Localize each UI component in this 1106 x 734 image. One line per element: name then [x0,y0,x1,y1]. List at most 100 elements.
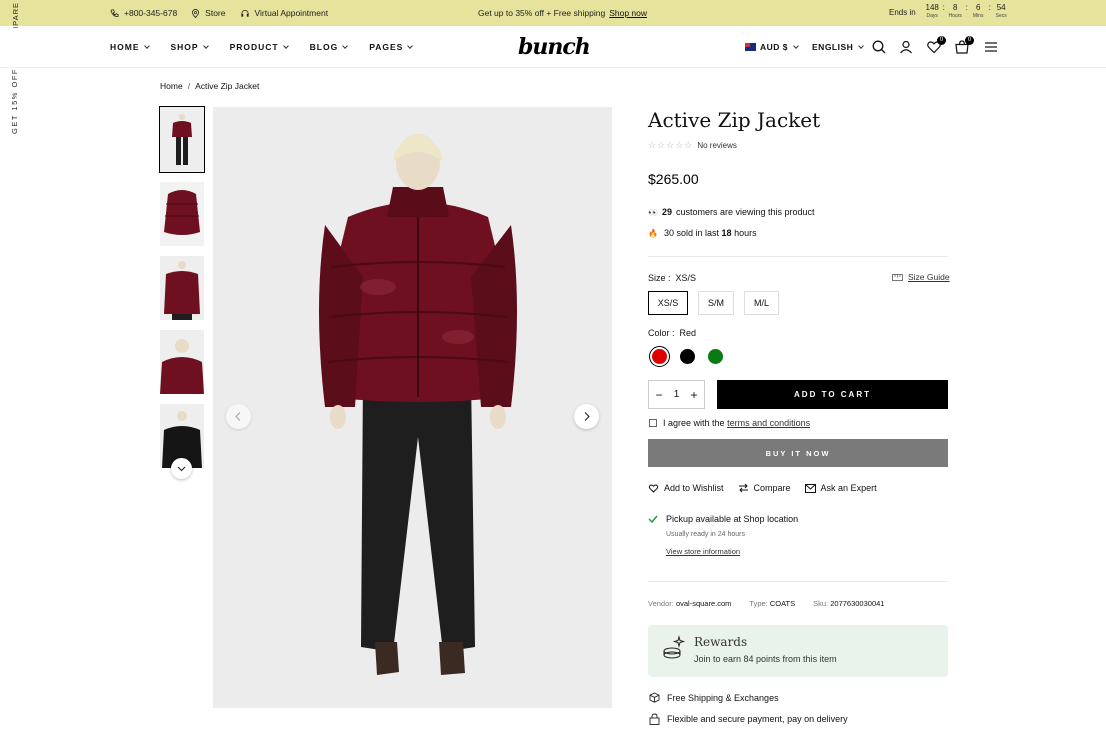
vendor-value[interactable]: oval-square.com [676,599,731,608]
next-image-button[interactable] [574,404,599,429]
divider [648,256,948,257]
wishlist-count-badge: 0 [937,36,946,45]
sku-value: 2077630030041 [830,599,885,608]
add-to-wishlist-button[interactable]: Add to Wishlist [648,483,724,493]
ask-expert-button[interactable]: Ask an Expert [804,483,877,493]
appointment-label: Virtual Appointment [254,8,329,18]
thumbnail-2[interactable] [160,182,204,246]
discount-side-tab[interactable]: GET 15% OFF [10,68,19,134]
headphones-icon [240,9,249,17]
product-title: Active Zip Jacket [648,108,821,132]
previous-image-button[interactable] [226,404,251,429]
promo-message: Get up to 35% off + Free shipping Shop n… [478,0,647,26]
compare-side-tab[interactable]: MPARE [11,0,23,28]
search-icon[interactable] [871,39,887,55]
cart-count-badge: 0 [965,36,974,45]
rewards-banner[interactable]: Rewards Join to earn 84 points from this… [648,625,948,677]
terms-checkbox[interactable] [649,419,657,427]
product-rating[interactable]: ☆☆☆☆☆ No reviews [648,140,737,151]
size-option-m-l[interactable]: M/L [744,291,779,315]
compare-button[interactable]: Compare [738,483,791,493]
promo-text: Get up to 35% off + Free shipping [478,8,606,18]
model-jacket-photo [213,107,612,708]
color-swatch-black[interactable] [677,346,698,367]
language-selector[interactable]: ENGLISH [812,42,865,52]
size-option-label: Size : XS/S [648,273,697,283]
thumbnail-4[interactable] [160,330,204,394]
eyes-icon: 👀 [648,207,658,217]
box-icon [649,692,660,703]
increase-quantity-button[interactable]: + [689,388,699,402]
terms-agreement: I agree with the terms and conditions [649,418,810,428]
account-icon[interactable] [898,39,914,55]
phone-number: +800-345-678 [124,8,178,18]
thumbnail-1-image [160,107,204,172]
agree-text: I agree with the [663,418,725,428]
size-guide-link[interactable]: Size Guide [892,272,950,282]
countdown-hours: 8 Hours [948,3,962,19]
chevron-down-icon [282,42,289,49]
mail-icon [804,483,816,493]
type-value: COATS [769,599,796,608]
size-option-s-m[interactable]: S/M [698,291,734,315]
chevron-left-icon [235,412,241,421]
rewards-text: Join to earn 84 points from this item [694,654,837,664]
sold-text: 30 sold in last [663,228,720,238]
site-header: HOME SHOP PRODUCT BLOG PAGES bunch AUD $… [0,26,1106,68]
buy-it-now-button[interactable]: BUY IT NOW [648,439,948,467]
cart-button[interactable]: 0 [954,36,974,55]
nav-pages[interactable]: PAGES [369,42,414,52]
pickup-text: Pickup available at Shop location [666,514,799,524]
color-option-label: Color : Red [648,328,697,338]
nav-blog[interactable]: BLOG [310,42,349,52]
currency-selector[interactable]: AUD $ [745,42,799,52]
chevron-down-icon [793,42,799,49]
free-shipping-feature: Free Shipping & Exchanges [649,692,779,703]
size-option-xs-s[interactable]: XS/S [648,291,688,315]
product-meta: Vendor: oval-square.com Type: COATS Sku:… [648,599,884,608]
sold-suffix: hours [734,228,757,238]
secure-payment-feature: Flexible and secure payment, pay on deli… [649,713,848,725]
store-link[interactable]: Store [191,8,226,18]
quantity-value[interactable]: 1 [674,389,680,400]
type-info: Type: COATS [749,599,796,608]
thumbnail-2-image [160,182,204,246]
breadcrumb-separator: / [187,81,191,91]
breadcrumb-home[interactable]: Home [160,81,183,91]
terms-link[interactable]: terms and conditions [727,418,810,428]
ruler-icon [892,273,903,281]
swatch-fill [680,349,695,364]
countdown-secs: 54 Secs [995,3,1007,19]
thumbnail-scroll-down[interactable] [171,458,192,479]
sold-hours: 18 [721,228,732,238]
color-swatch-green[interactable] [705,346,726,367]
chevron-down-icon [858,42,865,49]
nav-product[interactable]: PRODUCT [230,42,289,52]
site-logo[interactable]: bunch [518,34,591,60]
add-to-cart-button[interactable]: ADD TO CART [717,380,948,409]
australia-flag-icon [745,43,756,51]
chevron-down-icon [177,466,186,472]
decrease-quantity-button[interactable]: − [654,388,664,402]
nav-home[interactable]: HOME [110,42,150,52]
ends-in-label: Ends in [889,8,916,17]
phone-link[interactable]: +800-345-678 [110,8,177,18]
nav-shop[interactable]: SHOP [171,42,209,52]
appointment-link[interactable]: Virtual Appointment [240,8,329,18]
thumbnail-4-image [160,330,204,394]
breadcrumb: Home / Active Zip Jacket [160,81,259,91]
main-nav: HOME SHOP PRODUCT BLOG PAGES [110,26,414,68]
thumbnail-1[interactable] [159,106,205,173]
countdown-days: 148 Days [925,3,939,19]
wishlist-button[interactable]: 0 [926,36,946,55]
shop-now-link[interactable]: Shop now [609,8,647,18]
rewards-title: Rewards [694,635,748,649]
menu-icon[interactable] [983,39,999,55]
chevron-down-icon [342,42,349,49]
phone-icon [110,8,119,17]
thumbnail-3[interactable] [160,256,204,320]
color-swatch-red[interactable] [649,346,670,367]
size-selector: XS/S S/M M/L [648,291,779,315]
location-pin-icon [192,8,200,18]
store-information-link[interactable]: View store information [666,547,798,556]
